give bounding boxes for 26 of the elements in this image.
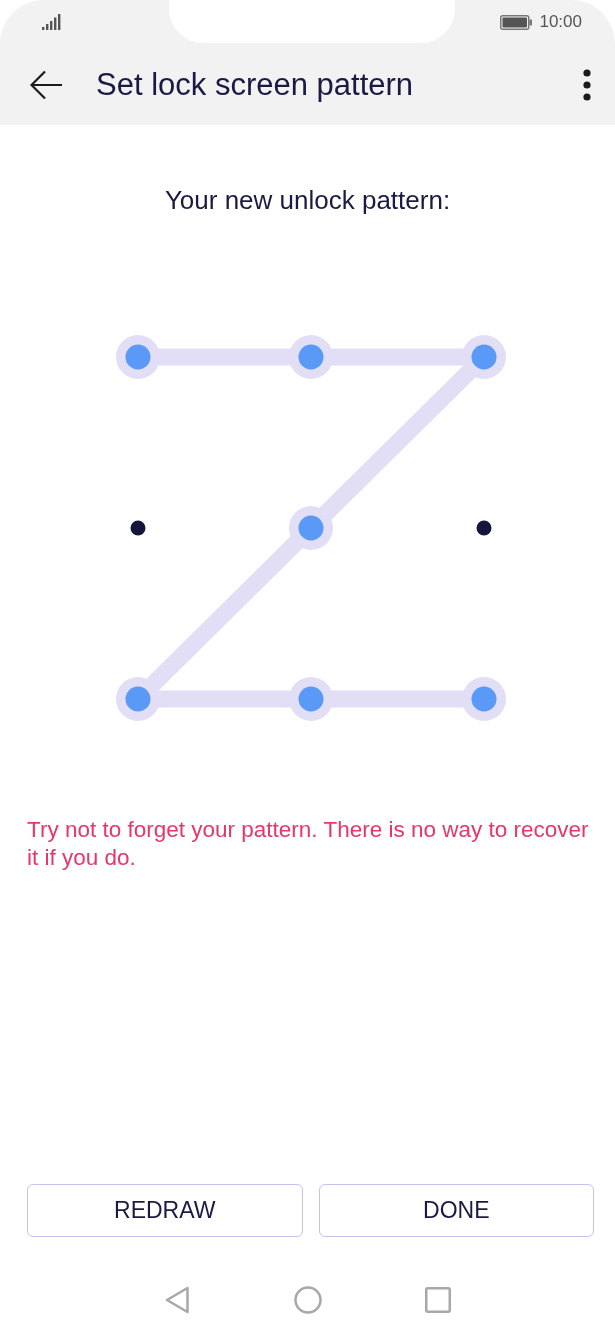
pattern-dot[interactable] [289, 677, 333, 721]
pattern-prompt: Your new unlock pattern: [164, 186, 451, 214]
pattern-dot[interactable] [116, 335, 160, 379]
circle-home-icon [293, 1286, 322, 1314]
clock-time: 10:00 [539, 12, 582, 32]
pattern-dot[interactable] [289, 506, 333, 550]
pattern-dot[interactable] [116, 677, 160, 721]
signal-icon [42, 14, 61, 30]
nav-home-button[interactable] [292, 1285, 323, 1315]
nav-recents-button[interactable] [422, 1285, 453, 1315]
warning-text: Try not to forget your pattern. There is no way to recover it if you do. [26, 816, 590, 872]
more-options-icon [583, 68, 591, 101]
screen-title: Set lock screen pattern [96, 66, 415, 103]
pattern-dot[interactable] [462, 677, 506, 721]
square-recents-icon [424, 1287, 451, 1313]
back-button[interactable] [30, 69, 63, 100]
pattern-dot[interactable] [462, 335, 506, 379]
action-button[interactable]: REDRAW [27, 1184, 303, 1237]
back-arrow-icon [30, 69, 63, 100]
action-button[interactable]: DONE [318, 1184, 594, 1237]
pattern-dot[interactable] [289, 335, 333, 379]
more-options-button[interactable] [583, 68, 591, 101]
triangle-back-icon [165, 1286, 190, 1314]
pattern-dot[interactable] [476, 520, 492, 536]
pattern-dot[interactable] [130, 520, 146, 536]
battery-icon [500, 14, 533, 30]
